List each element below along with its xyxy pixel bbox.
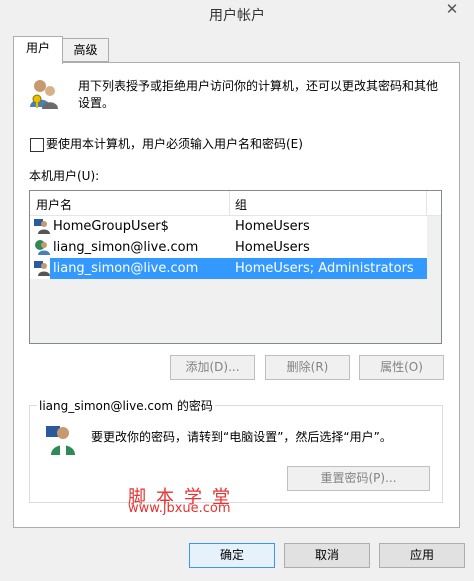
tab-users[interactable]: 用户 (13, 36, 63, 64)
user-group: HomeUsers (235, 240, 310, 255)
ok-button[interactable]: 确定 (189, 543, 275, 568)
user-password-icon (45, 423, 77, 455)
dialog-window: 用户帐户 ✕ 用户 高级 用下列表授予或拒绝用户访问你的计算机，还可以更改其密码… (0, 0, 474, 581)
apply-button[interactable]: 应用 (379, 543, 465, 568)
add-button[interactable]: 添加(D)... (170, 355, 255, 380)
remove-button[interactable]: 删除(R) (265, 355, 350, 380)
column-header-group[interactable]: 组 (235, 196, 247, 213)
user-name: liang_simon@live.com (53, 261, 199, 276)
require-password-label[interactable]: 要使用本计算机，用户必须输入用户名和密码(E) (46, 135, 303, 152)
local-users-list[interactable]: 用户名 组 HomeGroupUser$ HomeUsers liang_sim… (29, 190, 442, 344)
require-password-checkbox[interactable] (30, 138, 44, 152)
table-row[interactable]: HomeGroupUser$ HomeUsers (30, 216, 427, 237)
tab-advanced[interactable]: 高级 (62, 38, 109, 62)
user-icon (34, 218, 50, 234)
table-row[interactable]: liang_simon@live.com HomeUsers (30, 237, 427, 258)
password-message: 要更改你的密码，请转到“电脑设置”，然后选择“用户”。 (91, 430, 392, 444)
cancel-button[interactable]: 取消 (284, 543, 370, 568)
user-group: HomeUsers; Administrators (235, 261, 414, 276)
users-icon (28, 77, 60, 109)
title-bar: 用户帐户 ✕ (0, 0, 474, 28)
window-title: 用户帐户 (209, 8, 265, 24)
user-name: HomeGroupUser$ (53, 219, 169, 234)
reset-password-button[interactable]: 重置密码(P)... (287, 466, 430, 491)
close-icon[interactable]: ✕ (437, 0, 467, 20)
table-row-selected[interactable]: liang_simon@live.com HomeUsers; Administ… (30, 258, 427, 279)
user-icon (34, 260, 50, 276)
column-header-username[interactable]: 用户名 (36, 196, 72, 213)
user-group: HomeUsers (235, 219, 310, 234)
properties-button[interactable]: 属性(O) (359, 355, 444, 380)
user-name: liang_simon@live.com (53, 240, 199, 255)
watermark-url: www.jbxue.com (128, 501, 231, 516)
local-users-label: 本机用户(U): (29, 169, 100, 183)
intro-text: 用下列表授予或拒绝用户访问你的计算机，还可以更改其密码和其他设置。 (78, 79, 439, 110)
list-header: 用户名 组 (30, 191, 441, 216)
microsoft-account-icon (34, 239, 50, 255)
password-group-title: liang_simon@live.com 的密码 (37, 397, 215, 414)
